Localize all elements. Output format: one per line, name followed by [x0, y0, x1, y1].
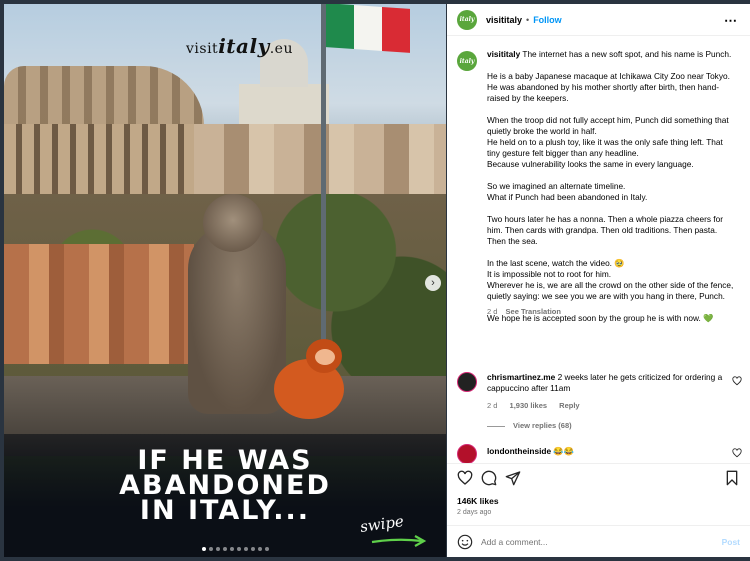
terracotta-roofs [4, 244, 194, 364]
post-side-panel: italy visititaly • Follow ⋯ italy visiti… [447, 4, 750, 557]
comment-time: 2 d [487, 401, 498, 410]
view-replies-label: View replies (68) [513, 421, 572, 430]
comment-icon[interactable] [481, 470, 497, 486]
like-icon[interactable] [457, 470, 473, 486]
flag-stripe-red [382, 6, 410, 53]
caption-avatar[interactable]: italy [457, 51, 477, 71]
caption-avatar-text: italy [459, 57, 475, 65]
more-options-icon[interactable]: ⋯ [724, 13, 738, 29]
heart-icon[interactable] [732, 448, 742, 458]
comment-body: 😂😂 [553, 446, 575, 456]
carousel-dot [216, 547, 220, 551]
carousel-dot [230, 547, 234, 551]
comment-input[interactable] [481, 533, 701, 551]
carousel-indicator [202, 547, 269, 551]
caption-paragraph-6: In the last scene, watch the video. 🥹 It… [487, 258, 734, 301]
post-actions: 146K likes 2 days ago [447, 463, 750, 529]
carousel-dot [209, 547, 213, 551]
comment-username[interactable]: chrismartinez.me [487, 372, 555, 382]
macaque-head [203, 194, 263, 252]
caption-paragraph-3: When the troop did not fully accept him,… [487, 115, 729, 169]
flagpole [321, 4, 326, 344]
macaque-body [188, 224, 286, 414]
caption-meta: 2 d See Translation [487, 307, 561, 316]
caption-paragraph-2: He is a baby Japanese macaque at Ichikaw… [487, 71, 730, 103]
post-media[interactable]: visititaly.eu IF HE WAS ABANDONED IN ITA… [4, 4, 446, 557]
orangutan-plush-face [315, 349, 335, 365]
carousel-dot [258, 547, 262, 551]
like-count[interactable]: 146K likes [457, 496, 499, 506]
carousel-dot [223, 547, 227, 551]
carousel-dot [244, 547, 248, 551]
comments-scroll-area[interactable]: italy visititaly The internet has a new … [447, 44, 750, 456]
flag-stripe-white [354, 5, 382, 51]
header-separator: • [526, 14, 530, 25]
carousel-dot [251, 547, 255, 551]
comment-composer: Post [447, 525, 750, 557]
header-username[interactable]: visititaly [486, 15, 522, 25]
comment-avatar[interactable] [457, 372, 477, 392]
image-headline: IF HE WAS ABANDONED IN ITALY... [4, 447, 446, 524]
logo-suffix: .eu [269, 41, 293, 57]
comment-username[interactable]: londontheinside [487, 446, 551, 456]
logo-prefix: visit [186, 41, 219, 57]
swipe-arrow-icon [371, 535, 427, 547]
avatar-text: italy [459, 16, 475, 23]
bookmark-icon[interactable] [724, 470, 740, 486]
view-replies-button[interactable]: View replies (68) [487, 421, 572, 430]
instagram-post-modal: visititaly.eu IF HE WAS ABANDONED IN ITA… [0, 0, 750, 561]
logo-brand: italy [218, 34, 270, 58]
post-header: italy visititaly • Follow ⋯ [447, 4, 750, 36]
caption-username[interactable]: visititaly [487, 49, 520, 59]
comment-avatar[interactable] [457, 444, 477, 464]
comment-text: londontheinside 😂😂 [487, 446, 727, 457]
caption-paragraph-4: So we imagined an alternate timeline. Wh… [487, 181, 648, 202]
italian-flag [326, 4, 410, 53]
caption-time: 2 d [487, 307, 498, 316]
carousel-dot [237, 547, 241, 551]
see-translation-link[interactable]: See Translation [506, 307, 561, 316]
post-comment-button[interactable]: Post [722, 537, 740, 547]
profile-avatar[interactable]: italy [457, 9, 477, 30]
carousel-next-button[interactable]: › [425, 275, 441, 291]
share-icon[interactable] [505, 470, 521, 486]
caption-text: visititaly The internet has a new soft s… [487, 49, 737, 335]
post-timestamp[interactable]: 2 days ago [457, 509, 491, 516]
caption-paragraph-1: visititaly The internet has a new soft s… [487, 49, 737, 60]
emoji-icon[interactable] [457, 534, 473, 550]
carousel-dot [202, 547, 206, 551]
comment-likes[interactable]: 1,930 likes [510, 401, 548, 410]
flag-stripe-green [326, 4, 354, 50]
basilica-base [239, 84, 329, 124]
comment-meta: 2 d 1,930 likes Reply [487, 401, 590, 410]
caption-paragraph-5: Two hours later he has a nonna. Then a w… [487, 214, 723, 246]
caption-p1: The internet has a new soft spot, and hi… [522, 49, 732, 59]
chevron-right-icon: › [431, 277, 435, 289]
reply-button[interactable]: Reply [559, 401, 579, 410]
follow-button[interactable]: Follow [533, 15, 562, 25]
visititaly-logo: visititaly.eu [186, 34, 293, 58]
comment-text: chrismartinez.me 2 weeks later he gets c… [487, 372, 727, 394]
carousel-dot [265, 547, 269, 551]
heart-icon[interactable] [732, 376, 742, 386]
